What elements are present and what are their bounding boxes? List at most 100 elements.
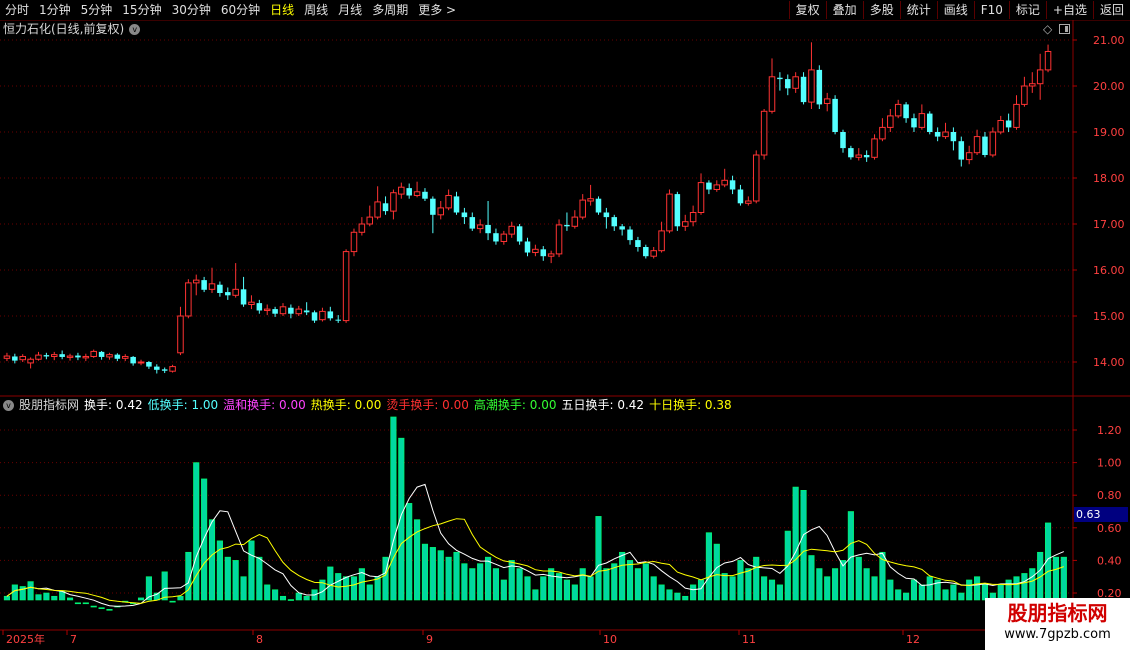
candle-body-up bbox=[66, 355, 74, 358]
toolbar-button-6[interactable]: 标记 bbox=[1008, 1, 1046, 19]
turnover-bar bbox=[713, 543, 720, 601]
candle-body-up bbox=[500, 233, 508, 242]
candle-body-up bbox=[374, 201, 381, 218]
candle-body-down bbox=[516, 226, 523, 242]
turnover-bar bbox=[540, 576, 547, 601]
toolbar-button-0[interactable]: 复权 bbox=[788, 1, 826, 19]
candle-body-down bbox=[958, 141, 965, 160]
panel-toggle-icon[interactable] bbox=[1059, 24, 1070, 34]
candle-body-up bbox=[169, 366, 176, 372]
candle-body-down bbox=[619, 226, 625, 230]
turnover-tick-label: 1.20 bbox=[1097, 424, 1122, 437]
x-tick-label: 7 bbox=[70, 633, 77, 646]
candle-body-up bbox=[137, 361, 145, 364]
candle-body-up bbox=[681, 221, 689, 227]
turnover-bar bbox=[918, 584, 925, 601]
legend-item-7: 十日换手: 0.38 bbox=[649, 398, 732, 412]
toolbar-button-2[interactable]: 多股 bbox=[862, 1, 900, 19]
chevron-down-icon[interactable]: v bbox=[129, 23, 141, 35]
candle-body-down bbox=[603, 212, 610, 218]
turnover-bar bbox=[82, 602, 89, 605]
toolbar-actions: 复权 叠加 多股 统计 画线 F10 标记 +自选 返回 bbox=[788, 0, 1130, 20]
period-tab-6[interactable]: 日线 bbox=[265, 0, 299, 20]
candle-body-up bbox=[942, 131, 949, 138]
candle-body-down bbox=[201, 280, 207, 290]
candle-body-up bbox=[192, 279, 200, 284]
candle-body-down bbox=[461, 212, 468, 218]
candle-body-down bbox=[406, 188, 412, 196]
candle-body-up bbox=[437, 207, 445, 216]
stock-chart[interactable]: 21.00 20.00 19.00 18.00 17.00 16.00 15.00 14.00… bbox=[0, 20, 1130, 650]
candle-body-up bbox=[248, 301, 255, 306]
turnover-bar bbox=[571, 584, 578, 601]
candle-body-up bbox=[106, 354, 113, 358]
turnover-bar bbox=[421, 543, 429, 601]
candle-body-up bbox=[855, 154, 863, 158]
turnover-bar bbox=[729, 576, 736, 601]
price-panel-title: 恒力石化(日线,前复权) v bbox=[3, 21, 141, 37]
candle-body-down bbox=[540, 249, 547, 257]
candle-body-up bbox=[650, 250, 657, 257]
turnover-bar bbox=[634, 568, 641, 601]
candle-body-up bbox=[973, 136, 981, 154]
candle-body-down bbox=[674, 194, 681, 227]
candle-body-up bbox=[350, 231, 358, 253]
candle-body-down bbox=[706, 182, 712, 190]
period-tab-7[interactable]: 周线 bbox=[299, 0, 333, 20]
turnover-bar bbox=[477, 563, 484, 601]
candle-body-up bbox=[823, 98, 831, 104]
turnover-bar bbox=[966, 579, 973, 601]
toolbar-button-4[interactable]: 画线 bbox=[936, 1, 974, 19]
candle-body-up bbox=[27, 358, 34, 364]
legend-item-0: 换手: 0.42 bbox=[84, 398, 143, 412]
toolbar-button-3[interactable]: 统计 bbox=[899, 1, 937, 19]
turnover-bar bbox=[619, 551, 626, 601]
candle-body-up bbox=[185, 282, 192, 317]
turnover-bar bbox=[390, 416, 397, 601]
diamond-icon[interactable]: ◇ bbox=[1043, 22, 1052, 36]
toolbar-button-1[interactable]: 叠加 bbox=[825, 1, 863, 19]
turnover-bar bbox=[808, 555, 815, 601]
candle-body-up bbox=[35, 354, 42, 360]
period-tab-5[interactable]: 60分钟 bbox=[216, 0, 265, 20]
legend-item-3: 热换手: 0.00 bbox=[310, 398, 382, 412]
candle-body-down bbox=[903, 104, 909, 119]
candle-body-up bbox=[887, 115, 894, 128]
turnover-bar bbox=[264, 584, 271, 601]
period-tab-1[interactable]: 1分钟 bbox=[34, 0, 76, 20]
period-tab-9[interactable]: 多周期 bbox=[367, 0, 413, 20]
turnover-bar bbox=[406, 503, 413, 601]
chevron-down-icon[interactable]: v bbox=[3, 399, 14, 411]
toolbar-button-5[interactable]: F10 bbox=[973, 1, 1009, 19]
turnover-bar bbox=[863, 568, 870, 601]
period-tab-10[interactable]: 更多 > bbox=[413, 0, 461, 20]
candle-body-up bbox=[1013, 103, 1020, 128]
toolbar-button-8[interactable]: 返回 bbox=[1092, 1, 1130, 19]
x-tick-label: 11 bbox=[742, 633, 756, 646]
candle-body-down bbox=[729, 180, 736, 190]
candle-body-up bbox=[1036, 69, 1044, 85]
turnover-bar bbox=[272, 589, 279, 601]
candle-body-up bbox=[342, 251, 350, 322]
candle-body-up bbox=[1029, 83, 1036, 87]
candle-body-up bbox=[82, 355, 90, 359]
period-tab-0[interactable]: 分时 bbox=[0, 0, 34, 20]
toolbar-button-7[interactable]: +自选 bbox=[1045, 1, 1093, 19]
candle-body-down bbox=[485, 224, 491, 234]
period-tab-3[interactable]: 15分钟 bbox=[117, 0, 166, 20]
turnover-bar bbox=[768, 579, 776, 601]
period-tab-8[interactable]: 月线 bbox=[333, 0, 367, 20]
period-tab-4[interactable]: 30分钟 bbox=[167, 0, 216, 20]
ma5-line bbox=[6, 483, 1064, 607]
turnover-bar bbox=[792, 486, 799, 601]
candle-body-down bbox=[272, 309, 278, 314]
candle-body-up bbox=[232, 288, 239, 296]
period-tabs: 分时 1分钟 5分钟 15分钟 30分钟 60分钟 日线 周线 月线 多周期 更多 > bbox=[0, 0, 461, 20]
legend-item-6: 五日换手: 0.42 bbox=[561, 398, 645, 412]
candle-body-down bbox=[327, 311, 334, 319]
turnover-bar bbox=[137, 597, 145, 601]
turnover-bar bbox=[161, 571, 168, 601]
legend-item-5: 高潮换手: 0.00 bbox=[473, 398, 557, 412]
period-tab-2[interactable]: 5分钟 bbox=[76, 0, 118, 20]
candle-body-up bbox=[319, 310, 326, 321]
